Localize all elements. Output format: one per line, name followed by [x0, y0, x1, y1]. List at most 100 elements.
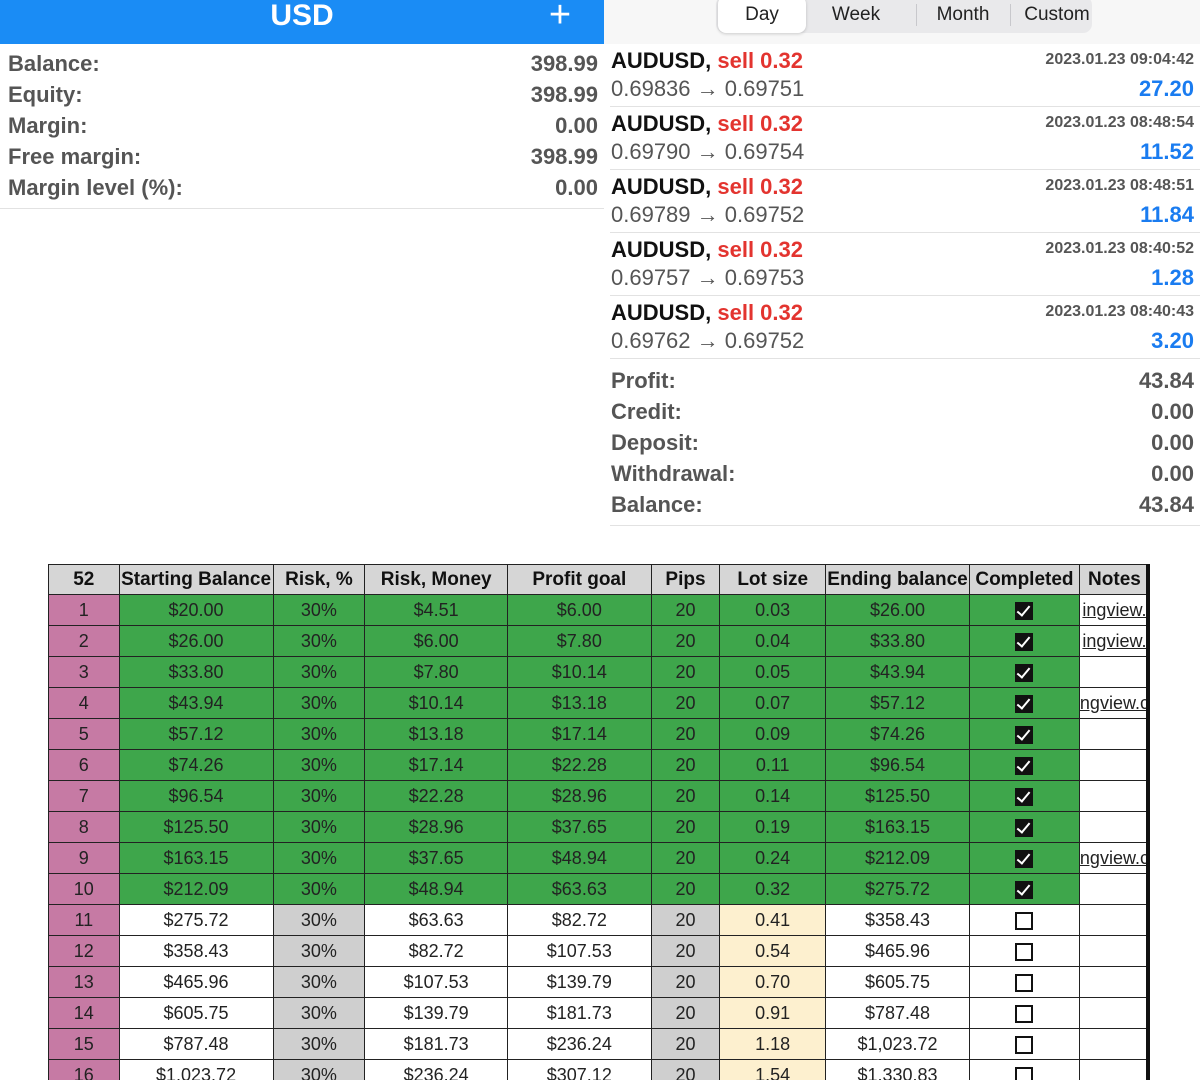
lot-size-cell[interactable]: 0.03	[719, 594, 827, 626]
row-number-cell[interactable]: 8	[48, 811, 120, 843]
profit-goal-cell[interactable]: $82.72	[507, 904, 652, 936]
notes-cell[interactable]	[1078, 935, 1150, 967]
risk-pct-cell[interactable]: 30%	[272, 904, 366, 936]
pips-cell[interactable]: 20	[650, 687, 721, 719]
starting-balance-cell[interactable]: $26.00	[118, 625, 274, 657]
pips-cell[interactable]: 20	[650, 966, 721, 998]
ending-balance-cell[interactable]: $275.72	[825, 873, 970, 905]
risk-money-cell[interactable]: $22.28	[364, 780, 509, 812]
checkbox-unchecked[interactable]	[1015, 1035, 1034, 1054]
completed-cell[interactable]	[969, 625, 1080, 657]
risk-money-cell[interactable]: $37.65	[364, 842, 509, 874]
starting-balance-cell[interactable]: $20.00	[118, 594, 274, 626]
starting-balance-cell[interactable]: $125.50	[118, 811, 274, 843]
checkbox-checked[interactable]	[1015, 787, 1034, 806]
risk-money-cell[interactable]: $236.24	[364, 1059, 509, 1080]
tab-week[interactable]: Week	[812, 0, 900, 33]
checkbox-checked[interactable]	[1015, 601, 1034, 620]
ending-balance-cell[interactable]: $96.54	[825, 749, 970, 781]
lot-size-cell[interactable]: 0.19	[719, 811, 827, 843]
header-pips[interactable]: Pips	[650, 564, 721, 595]
risk-money-cell[interactable]: $63.63	[364, 904, 509, 936]
pips-cell[interactable]: 20	[650, 873, 721, 905]
deal-row[interactable]: AUDUSD, sell 0.32 2023.01.23 08:40:52 0.…	[604, 233, 1200, 296]
completed-cell[interactable]	[969, 1028, 1080, 1060]
lot-size-cell[interactable]: 0.05	[719, 656, 827, 688]
completed-cell[interactable]	[969, 749, 1080, 781]
risk-pct-cell[interactable]: 30%	[272, 749, 366, 781]
row-number-cell[interactable]: 3	[48, 656, 120, 688]
risk-money-cell[interactable]: $6.00	[364, 625, 509, 657]
risk-money-cell[interactable]: $28.96	[364, 811, 509, 843]
ending-balance-cell[interactable]: $605.75	[825, 966, 970, 998]
profit-goal-cell[interactable]: $17.14	[507, 718, 652, 750]
risk-money-cell[interactable]: $7.80	[364, 656, 509, 688]
checkbox-checked[interactable]	[1015, 818, 1034, 837]
starting-balance-cell[interactable]: $57.12	[118, 718, 274, 750]
lot-size-cell[interactable]: 1.18	[719, 1028, 827, 1060]
risk-money-cell[interactable]: $107.53	[364, 966, 509, 998]
profit-goal-cell[interactable]: $22.28	[507, 749, 652, 781]
profit-goal-cell[interactable]: $181.73	[507, 997, 652, 1029]
risk-pct-cell[interactable]: 30%	[272, 873, 366, 905]
header-completed[interactable]: Completed	[969, 564, 1080, 595]
row-number-cell[interactable]: 10	[48, 873, 120, 905]
checkbox-checked[interactable]	[1015, 725, 1034, 744]
notes-cell[interactable]	[1078, 780, 1150, 812]
starting-balance-cell[interactable]: $358.43	[118, 935, 274, 967]
pips-cell[interactable]: 20	[650, 780, 721, 812]
ending-balance-cell[interactable]: $465.96	[825, 935, 970, 967]
lot-size-cell[interactable]: 0.32	[719, 873, 827, 905]
ending-balance-cell[interactable]: $212.09	[825, 842, 970, 874]
ending-balance-cell[interactable]: $74.26	[825, 718, 970, 750]
checkbox-unchecked[interactable]	[1015, 942, 1034, 961]
risk-money-cell[interactable]: $13.18	[364, 718, 509, 750]
profit-goal-cell[interactable]: $48.94	[507, 842, 652, 874]
profit-goal-cell[interactable]: $63.63	[507, 873, 652, 905]
pips-cell[interactable]: 20	[650, 935, 721, 967]
add-button[interactable]: +	[538, 0, 582, 36]
row-number-cell[interactable]: 9	[48, 842, 120, 874]
notes-cell[interactable]	[1078, 997, 1150, 1029]
header-notes[interactable]: Notes	[1078, 564, 1150, 595]
checkbox-unchecked[interactable]	[1015, 911, 1034, 930]
header-lot-size[interactable]: Lot size	[719, 564, 827, 595]
row-number-cell[interactable]: 5	[48, 718, 120, 750]
ending-balance-cell[interactable]: $1,330.83	[825, 1059, 970, 1080]
header-ending-balance[interactable]: Ending balance	[825, 564, 970, 595]
row-number-cell[interactable]: 4	[48, 687, 120, 719]
completed-cell[interactable]	[969, 966, 1080, 998]
checkbox-checked[interactable]	[1015, 756, 1034, 775]
ending-balance-cell[interactable]: $57.12	[825, 687, 970, 719]
row-number-cell[interactable]: 7	[48, 780, 120, 812]
lot-size-cell[interactable]: 0.70	[719, 966, 827, 998]
risk-money-cell[interactable]: $10.14	[364, 687, 509, 719]
tab-day[interactable]: Day	[718, 0, 806, 33]
starting-balance-cell[interactable]: $275.72	[118, 904, 274, 936]
risk-money-cell[interactable]: $4.51	[364, 594, 509, 626]
risk-pct-cell[interactable]: 30%	[272, 842, 366, 874]
lot-size-cell[interactable]: 0.07	[719, 687, 827, 719]
risk-pct-cell[interactable]: 30%	[272, 935, 366, 967]
lot-size-cell[interactable]: 0.11	[719, 749, 827, 781]
profit-goal-cell[interactable]: $28.96	[507, 780, 652, 812]
header-risk-pct[interactable]: Risk, %	[272, 564, 366, 595]
risk-money-cell[interactable]: $181.73	[364, 1028, 509, 1060]
deal-row[interactable]: AUDUSD, sell 0.32 2023.01.23 08:48:54 0.…	[604, 107, 1200, 170]
completed-cell[interactable]	[969, 811, 1080, 843]
header-row-number[interactable]: 52	[48, 564, 120, 595]
row-number-cell[interactable]: 2	[48, 625, 120, 657]
ending-balance-cell[interactable]: $43.94	[825, 656, 970, 688]
starting-balance-cell[interactable]: $33.80	[118, 656, 274, 688]
tab-custom[interactable]: Custom	[1012, 0, 1102, 33]
completed-cell[interactable]	[969, 1059, 1080, 1080]
risk-money-cell[interactable]: $17.14	[364, 749, 509, 781]
row-number-cell[interactable]: 14	[48, 997, 120, 1029]
pips-cell[interactable]: 20	[650, 718, 721, 750]
lot-size-cell[interactable]: 0.14	[719, 780, 827, 812]
pips-cell[interactable]: 20	[650, 625, 721, 657]
risk-pct-cell[interactable]: 30%	[272, 966, 366, 998]
ending-balance-cell[interactable]: $787.48	[825, 997, 970, 1029]
checkbox-unchecked[interactable]	[1015, 1004, 1034, 1023]
completed-cell[interactable]	[969, 842, 1080, 874]
